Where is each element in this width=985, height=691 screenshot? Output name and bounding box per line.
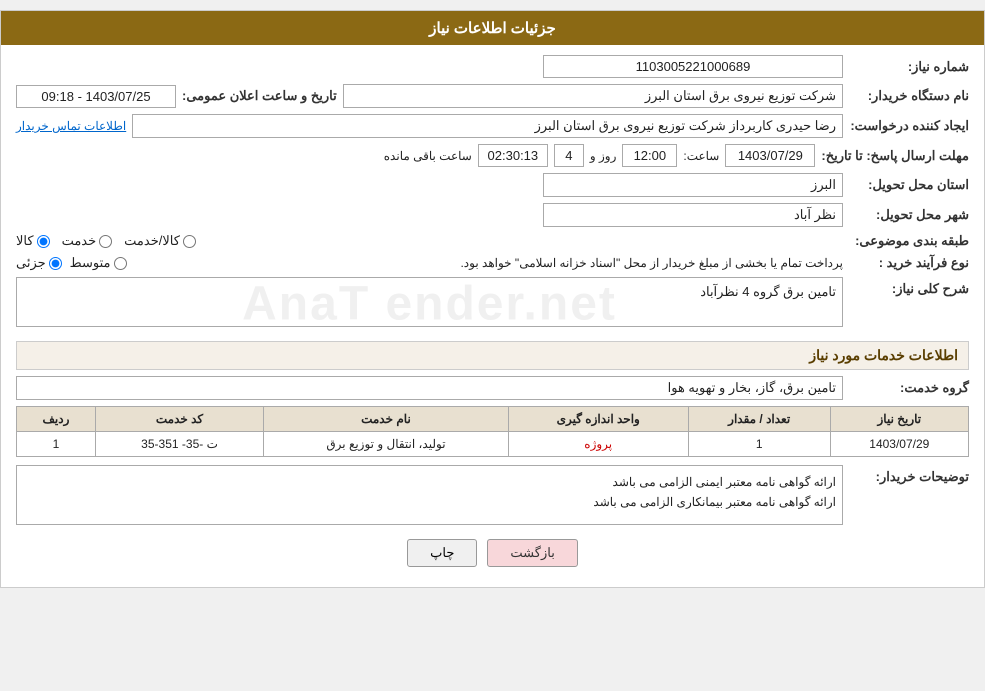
jozei-label: جزئی [16,255,46,271]
motavaset-radio[interactable] [114,257,127,270]
ettelaat-tamas-link[interactable]: اطلاعات تماس خریدار [16,119,126,133]
shomara-label: شماره نیاز: [849,59,969,75]
goroh-khadamat-value: تامین برق، گاز، بخار و تهویه هوا [16,376,843,400]
mohlat-saat-label: ساعت: [683,149,719,163]
table-row: 1403/07/29 1 پروژه تولید، انتقال و توزیع… [17,432,969,457]
tabaqe-kala-khadamat-item: کالا/خدمت [124,233,196,249]
motavaset-item: متوسط [70,255,127,271]
shomara-value: 1103005221000689 [543,55,843,78]
tosihaat-container: ارائه گواهی نامه معتبر ایمنی الزامی می ب… [16,465,843,525]
tarikh-value: 1403/07/25 - 09:18 [16,85,176,108]
tabaqe-kala-khadamat-radio[interactable] [183,235,196,248]
tabaqe-label: طبقه بندی موضوعی: [849,233,969,249]
mohlat-mande: 02:30:13 [478,144,548,167]
mohlat-saat: 12:00 [622,144,677,167]
tabaqe-kala-khadamat-label: کالا/خدمت [124,233,180,249]
sharh-label: شرح کلی نیاز: [849,277,969,297]
col-tarikh: تاریخ نیاز [830,407,968,432]
tarikh-dasgah-row: نام دستگاه خریدار: شرکت توزیع نیروی برق … [16,84,969,108]
tabaqe-kala-item: کالا [16,233,50,249]
mohlat-mande-label: ساعت باقی مانده [384,149,472,163]
table-header-row: تاریخ نیاز تعداد / مقدار واحد اندازه گیر… [17,407,969,432]
nam-dasgah-value: شرکت توزیع نیروی برق استان البرز [343,84,843,108]
sharh-row: شرح کلی نیاز: تامین برق گروه 4 نظرآباد A… [16,277,969,331]
mohlat-date: 1403/07/29 [725,144,815,167]
col-radif: ردیف [17,407,96,432]
bazgasht-button[interactable]: بازگشت [487,539,577,567]
shomara-row: شماره نیاز: 1103005221000689 [16,55,969,78]
ijad-value: رضا حیدری کاربرداز شرکت توزیع نیروی برق … [132,114,843,138]
shahr-label: شهر محل تحویل: [849,207,969,223]
col-vahed: واحد اندازه گیری [508,407,688,432]
shahr-value: نظر آباد [543,203,843,227]
page-title: جزئیات اطلاعات نیاز [429,20,556,37]
goroh-khadamat-label: گروه خدمت: [849,380,969,396]
tabaqe-khadamat-item: خدمت [62,233,113,249]
tabaqe-kala-label: کالا [16,233,34,249]
jozei-radio[interactable] [49,257,62,270]
services-table: تاریخ نیاز تعداد / مقدار واحد اندازه گیر… [16,406,969,457]
col-name: نام خدمت [264,407,509,432]
sharh-value: تامین برق گروه 4 نظرآباد [16,277,843,327]
ostan-value: البرز [543,173,843,197]
cell-code: ت -35- 351-35 [95,432,263,457]
chap-button[interactable]: چاپ [407,539,477,567]
tosihaat-line1: ارائه گواهی نامه معتبر ایمنی الزامی می ب… [23,472,836,492]
mohlat-rooz: 4 [554,144,584,167]
col-code: کد خدمت [95,407,263,432]
goroh-khadamat-row: گروه خدمت: تامین برق، گاز، بخار و تهویه … [16,376,969,400]
mohlat-rooz-label: روز و [590,149,617,163]
tosihaat-label: توضیحات خریدار: [849,465,969,485]
tarikh-label: تاریخ و ساعت اعلان عمومی: [182,88,337,104]
tabaqe-radio-group: کالا/خدمت خدمت کالا [16,233,843,249]
cell-name: تولید، انتقال و توزیع برق [264,432,509,457]
tabaqe-row: طبقه بندی موضوعی: کالا/خدمت خدمت کالا [16,233,969,249]
cell-tarikh: 1403/07/29 [830,432,968,457]
nove-farayand-row: نوع فرآیند خرید : پرداخت تمام یا بخشی از… [16,255,969,271]
tabaqe-khadamat-label: خدمت [62,233,97,249]
tabaqe-kala-radio[interactable] [37,235,50,248]
nam-dasgah-label: نام دستگاه خریدار: [849,88,969,104]
ijad-label: ایجاد کننده درخواست: [849,118,969,134]
motavaset-label: متوسط [70,255,111,271]
page-header: جزئیات اطلاعات نیاز [1,11,984,45]
cell-radif: 1 [17,432,96,457]
khadamat-section-header: اطلاعات خدمات مورد نیاز [16,341,969,370]
nove-farayand-text: پرداخت تمام یا بخشی از مبلغ خریدار از مح… [135,256,843,270]
ijad-row: ایجاد کننده درخواست: رضا حیدری کاربرداز … [16,114,969,138]
buttons-row: بازگشت چاپ [16,539,969,567]
main-content: شماره نیاز: 1103005221000689 نام دستگاه … [1,45,984,587]
tosihaat-box: ارائه گواهی نامه معتبر ایمنی الزامی می ب… [16,465,843,525]
tosihaat-row: توضیحات خریدار: ارائه گواهی نامه معتبر ا… [16,465,969,525]
shahr-row: شهر محل تحویل: نظر آباد [16,203,969,227]
tosihaat-line2: ارائه گواهی نامه معتبر بیمانکاری الزامی … [23,492,836,512]
tabaqe-khadamat-radio[interactable] [99,235,112,248]
mohlat-row: مهلت ارسال پاسخ: تا تاریخ: 1403/07/29 سا… [16,144,969,167]
jozei-item: جزئی [16,255,62,271]
page-wrapper: جزئیات اطلاعات نیاز شماره نیاز: 11030052… [0,10,985,588]
nove-farayand-label: نوع فرآیند خرید : [849,255,969,271]
col-tedad: تعداد / مقدار [688,407,830,432]
mohlat-label: مهلت ارسال پاسخ: تا تاریخ: [821,148,969,164]
ostan-row: استان محل تحویل: البرز [16,173,969,197]
cell-vahed[interactable]: پروژه [508,432,688,457]
ostan-label: استان محل تحویل: [849,177,969,193]
cell-tedad: 1 [688,432,830,457]
